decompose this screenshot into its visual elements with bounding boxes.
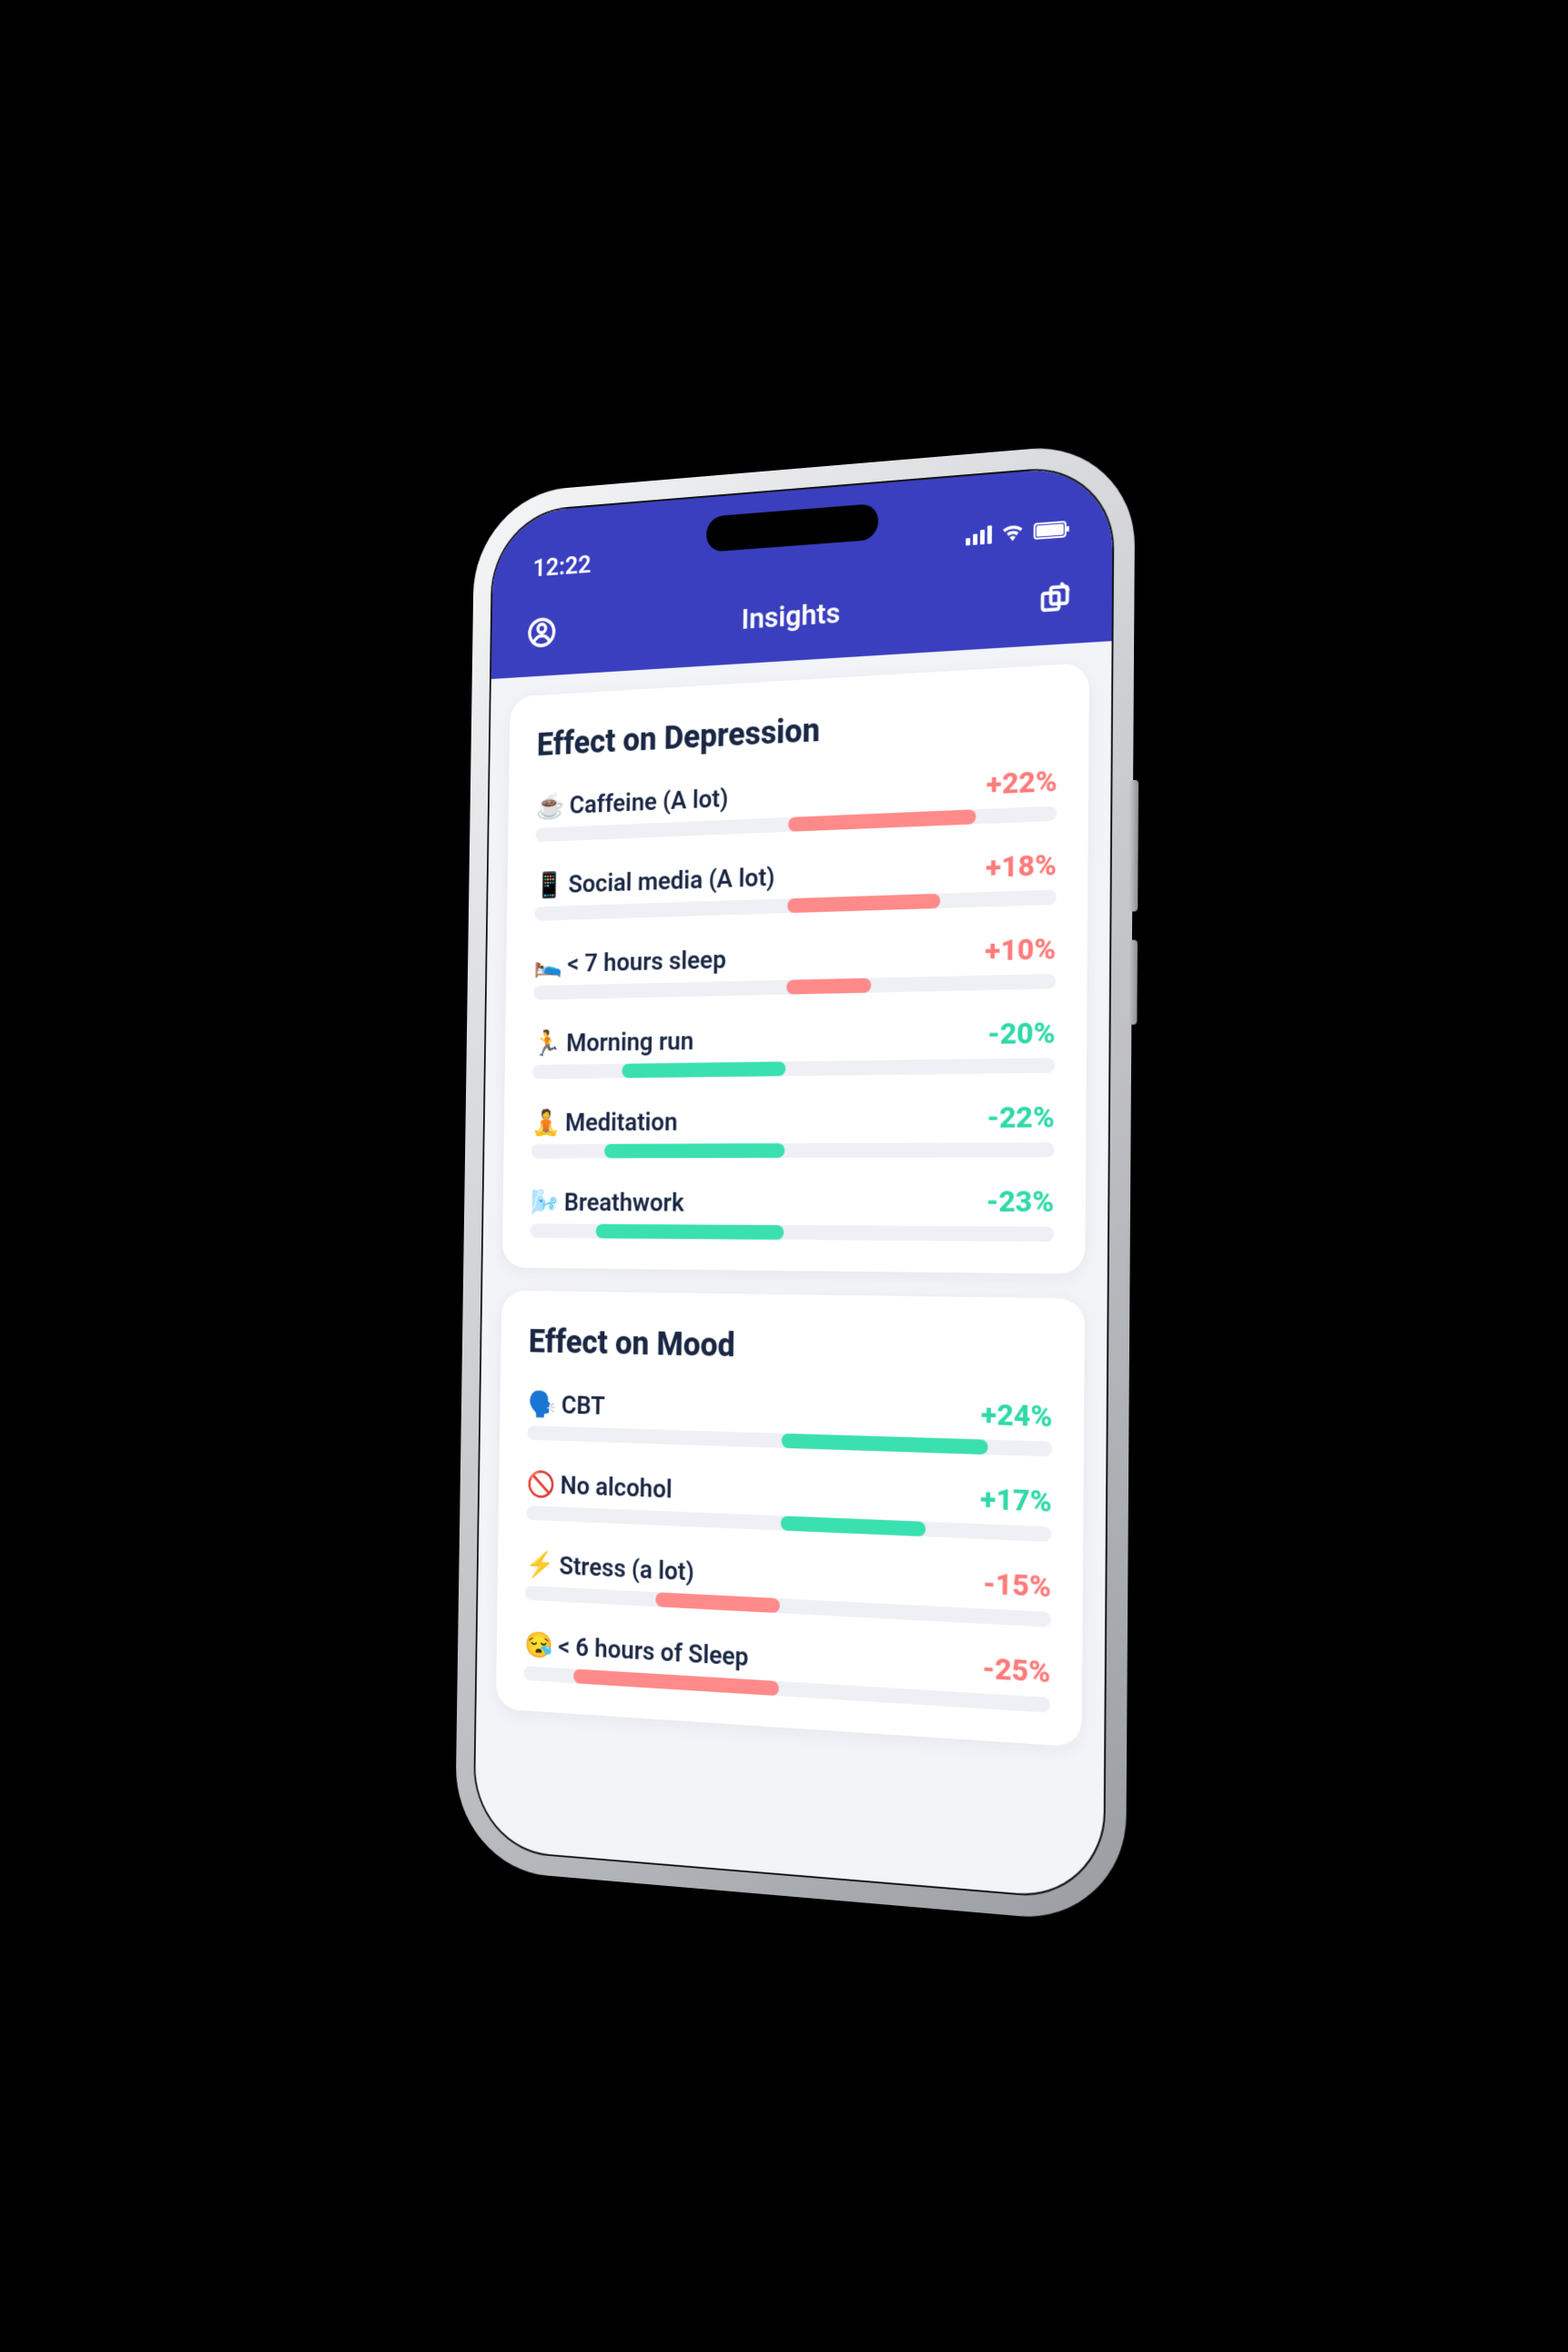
- phone-frame: 12:22 Insights Effect on Depression☕Caff…: [458, 444, 1131, 1921]
- insight-item-value: +22%: [986, 763, 1057, 801]
- item-label-text: Breathwork: [563, 1188, 683, 1218]
- item-emoji-icon: 😪: [524, 1629, 553, 1660]
- status-indicators: [966, 513, 1067, 552]
- item-emoji-icon: ⚡: [525, 1549, 554, 1580]
- insight-item[interactable]: 🏃Morning run -20%: [531, 1015, 1055, 1080]
- insight-item[interactable]: ⚡Stress (a lot) -15%: [524, 1545, 1050, 1627]
- insight-item-bar: [527, 1425, 1052, 1456]
- insight-item-row: ☕Caffeine (A lot) +22%: [535, 763, 1057, 821]
- bar-fill: [655, 1592, 780, 1613]
- page-title: Insights: [491, 577, 1112, 653]
- insight-item[interactable]: 📱Social media (A lot) +18%: [534, 847, 1057, 920]
- bar-fill: [573, 1668, 779, 1696]
- card-title: Effect on Depression: [536, 698, 1057, 764]
- insight-item-bar: [531, 1142, 1054, 1159]
- insight-item-bar: [526, 1505, 1051, 1542]
- bar-fill: [604, 1143, 784, 1158]
- insight-item-label: ☕Caffeine (A lot): [535, 783, 728, 821]
- insight-item-label: 🛌< 7 hours sleep: [533, 945, 726, 979]
- item-emoji-icon: ☕: [535, 791, 564, 821]
- insight-item-row: 🗣️CBT +24%: [527, 1384, 1052, 1434]
- battery-icon: [1033, 521, 1066, 540]
- item-emoji-icon: 🚫: [526, 1469, 555, 1499]
- insight-item-bar: [531, 1058, 1054, 1079]
- insight-item-row: 🏃Morning run -20%: [532, 1015, 1056, 1058]
- bar-fill: [786, 978, 871, 994]
- bar-fill: [788, 809, 976, 832]
- wifi-icon: [1000, 516, 1024, 548]
- insight-item[interactable]: 🗣️CBT +24%: [527, 1384, 1052, 1456]
- screen: 12:22 Insights Effect on Depression☕Caff…: [472, 462, 1115, 1902]
- insight-item-label: 😪< 6 hours of Sleep: [524, 1629, 749, 1672]
- insight-item-bar: [523, 1666, 1049, 1712]
- insight-item-bar: [533, 974, 1056, 1000]
- insight-item[interactable]: ☕Caffeine (A lot) +22%: [535, 763, 1057, 842]
- insight-item-value: +24%: [980, 1396, 1052, 1434]
- insight-card: Effect on Depression ☕Caffeine (A lot) +22…: [501, 663, 1088, 1274]
- insight-item-row: 🧘Meditation -22%: [531, 1099, 1055, 1137]
- insight-item-label: 🗣️CBT: [527, 1389, 604, 1421]
- item-label-text: < 6 hours of Sleep: [557, 1631, 748, 1672]
- insight-item[interactable]: 🌬️Breathwork -23%: [530, 1183, 1054, 1242]
- status-time: 12:22: [532, 550, 591, 583]
- insight-item-label: 📱Social media (A lot): [534, 862, 774, 900]
- item-label-text: Morning run: [565, 1026, 693, 1058]
- bar-fill: [595, 1224, 784, 1240]
- insight-item-value: -23%: [986, 1183, 1054, 1219]
- content-scroll[interactable]: Effect on Depression ☕Caffeine (A lot) +22…: [474, 641, 1111, 1900]
- item-label-text: Social media (A lot): [568, 862, 774, 898]
- insight-item-bar: [530, 1223, 1054, 1242]
- profile-button[interactable]: [523, 612, 560, 653]
- insight-item-value: -25%: [982, 1650, 1050, 1690]
- item-emoji-icon: 🛌: [533, 949, 562, 979]
- insight-item-value: -20%: [987, 1015, 1056, 1051]
- item-emoji-icon: 🏃: [532, 1029, 561, 1058]
- bar-fill: [622, 1061, 785, 1078]
- insight-item[interactable]: 🛌< 7 hours sleep +10%: [533, 931, 1056, 1000]
- bar-fill: [787, 894, 940, 913]
- insight-item-label: 🏃Morning run: [532, 1026, 693, 1058]
- side-button: [1128, 939, 1138, 1024]
- insight-item-row: 🛌< 7 hours sleep +10%: [533, 931, 1056, 979]
- insight-item-value: +17%: [980, 1481, 1052, 1519]
- item-label-text: No alcohol: [560, 1470, 672, 1504]
- insight-item-row: 📱Social media (A lot) +18%: [534, 847, 1057, 899]
- item-label-text: Caffeine (A lot): [569, 783, 728, 819]
- item-emoji-icon: 🌬️: [530, 1188, 559, 1217]
- cards-button[interactable]: [1034, 576, 1075, 620]
- item-label-text: Stress (a lot): [559, 1551, 694, 1587]
- bar-fill: [780, 1516, 926, 1536]
- insight-item[interactable]: 😪< 6 hours of Sleep -25%: [523, 1625, 1050, 1713]
- insight-item[interactable]: 🚫No alcohol +17%: [526, 1465, 1052, 1542]
- insight-item-label: 🌬️Breathwork: [530, 1188, 683, 1218]
- item-label-text: Meditation: [564, 1107, 677, 1137]
- insight-item[interactable]: 🧘Meditation -22%: [531, 1099, 1054, 1158]
- bar-fill: [781, 1434, 987, 1455]
- insight-item-value: -22%: [986, 1099, 1055, 1134]
- side-button: [1128, 780, 1138, 912]
- cellular-icon: [966, 525, 992, 545]
- insight-item-row: 🌬️Breathwork -23%: [530, 1183, 1054, 1220]
- insight-item-value: +18%: [985, 847, 1056, 885]
- insight-item-label: 🧘Meditation: [531, 1107, 678, 1137]
- insight-item-value: +10%: [985, 931, 1056, 968]
- insight-item-label: 🚫No alcohol: [526, 1469, 672, 1505]
- item-emoji-icon: 🧘: [531, 1108, 561, 1137]
- insight-item-label: ⚡Stress (a lot): [525, 1549, 694, 1587]
- item-emoji-icon: 🗣️: [527, 1389, 556, 1419]
- insight-item-bar: [524, 1586, 1050, 1627]
- item-emoji-icon: 📱: [534, 870, 563, 900]
- card-title: Effect on Mood: [528, 1323, 1053, 1372]
- item-label-text: CBT: [561, 1390, 605, 1421]
- insight-card: Effect on Mood 🗣️CBT +24% 🚫No alcohol +17% ⚡S…: [495, 1291, 1084, 1748]
- insight-item-value: -15%: [983, 1566, 1051, 1605]
- item-label-text: < 7 hours sleep: [567, 945, 726, 978]
